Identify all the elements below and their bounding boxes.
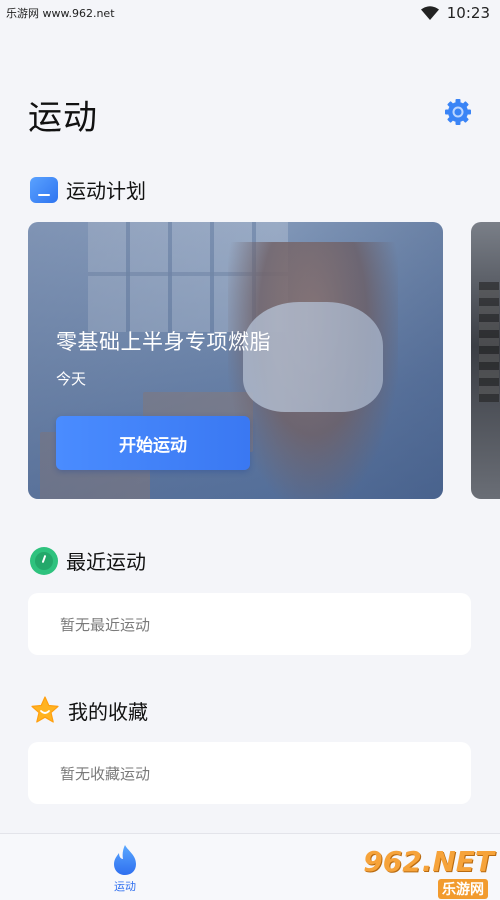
page-title: 运动 xyxy=(28,98,98,138)
status-bar: 乐游网 www.962.net 10:23 xyxy=(0,0,500,26)
favorites-section-header: 我的收藏 xyxy=(30,695,148,725)
next-plan-card[interactable] xyxy=(471,222,500,499)
recent-section-header: 最近运动 xyxy=(30,546,146,575)
flame-icon xyxy=(114,845,136,875)
clock-icon xyxy=(30,546,58,575)
plan-card[interactable]: 零基础上半身专项燃脂 今天 开始运动 xyxy=(28,222,443,499)
recent-empty-text: 暂无最近运动 xyxy=(60,615,151,634)
bottom-nav: 运动 962.NET 乐游网 xyxy=(0,833,500,900)
favorites-empty-text: 暂无收藏运动 xyxy=(60,764,151,783)
status-time: 10:23 xyxy=(446,4,490,22)
watermark-text: 乐游网 www.962.net xyxy=(6,7,115,20)
watermark-logo: 962.NET 乐游网 xyxy=(363,845,494,899)
star-icon xyxy=(31,696,59,723)
start-workout-button[interactable]: 开始运动 xyxy=(56,416,250,470)
plan-section-header: 运动计划 xyxy=(30,175,146,204)
favorites-empty-panel: 暂无收藏运动 xyxy=(28,742,471,804)
watermark-logo-text: 962.NET xyxy=(363,845,494,878)
plan-section-label: 运动计划 xyxy=(66,179,146,203)
status-indicators: 10:23 xyxy=(420,4,490,22)
nav-item-sport[interactable]: 运动 xyxy=(103,844,147,896)
plan-card-date: 今天 xyxy=(56,370,87,388)
nav-item-label: 运动 xyxy=(114,880,136,893)
wifi-icon xyxy=(420,6,439,20)
recent-empty-panel: 暂无最近运动 xyxy=(28,593,471,655)
plan-icon xyxy=(30,176,58,203)
plan-card-title: 零基础上半身专项燃脂 xyxy=(56,330,271,354)
gear-icon[interactable] xyxy=(444,98,472,126)
watermark-logo-sub: 乐游网 xyxy=(438,879,488,899)
favorites-section-label: 我的收藏 xyxy=(68,699,148,724)
recent-section-label: 最近运动 xyxy=(66,550,146,574)
